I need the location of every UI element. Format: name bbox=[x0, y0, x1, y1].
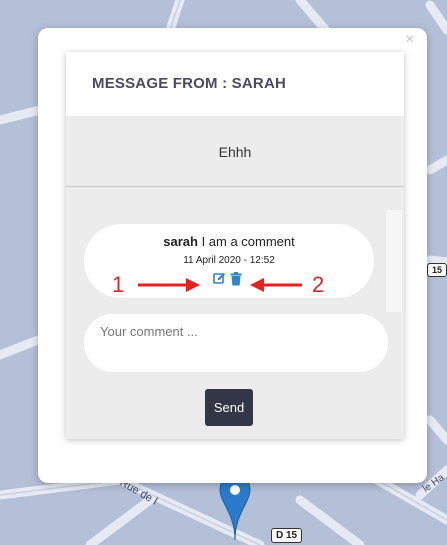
divider bbox=[66, 186, 404, 187]
comment-author: sarah bbox=[163, 234, 198, 249]
close-button[interactable]: × bbox=[405, 32, 414, 48]
comment-date: 11 April 2020 - 12:52 bbox=[183, 255, 275, 266]
scrollbar[interactable] bbox=[386, 210, 402, 312]
annotation-arrow-right bbox=[138, 278, 200, 292]
trash-icon[interactable] bbox=[230, 272, 242, 286]
card-header: MESSAGE FROM : SARAH bbox=[66, 52, 404, 116]
message-card: MESSAGE FROM : SARAH Ehhh sarah I am a c… bbox=[66, 52, 404, 439]
comment-bubble: sarah I am a comment 11 April 2020 - 12:… bbox=[84, 224, 374, 298]
comment-line: sarah I am a comment bbox=[84, 234, 374, 249]
annotation-number-1: 1 bbox=[112, 272, 125, 297]
message-title: MESSAGE FROM : SARAH bbox=[92, 75, 287, 92]
message-body: Ehhh bbox=[218, 144, 252, 160]
road-badge-15: 15 bbox=[427, 263, 447, 277]
edit-icon[interactable] bbox=[213, 272, 226, 285]
comment-input[interactable]: Your comment ... bbox=[84, 314, 388, 372]
comment-text: I am a comment bbox=[201, 234, 295, 249]
annotation-number-2: 2 bbox=[312, 272, 325, 297]
comment-actions bbox=[208, 272, 248, 286]
comment-input-placeholder: Your comment ... bbox=[100, 324, 198, 339]
send-button[interactable]: Send bbox=[205, 389, 253, 426]
road-badge-d15: D 15 bbox=[271, 528, 303, 543]
annotation-arrow-left bbox=[250, 278, 302, 292]
